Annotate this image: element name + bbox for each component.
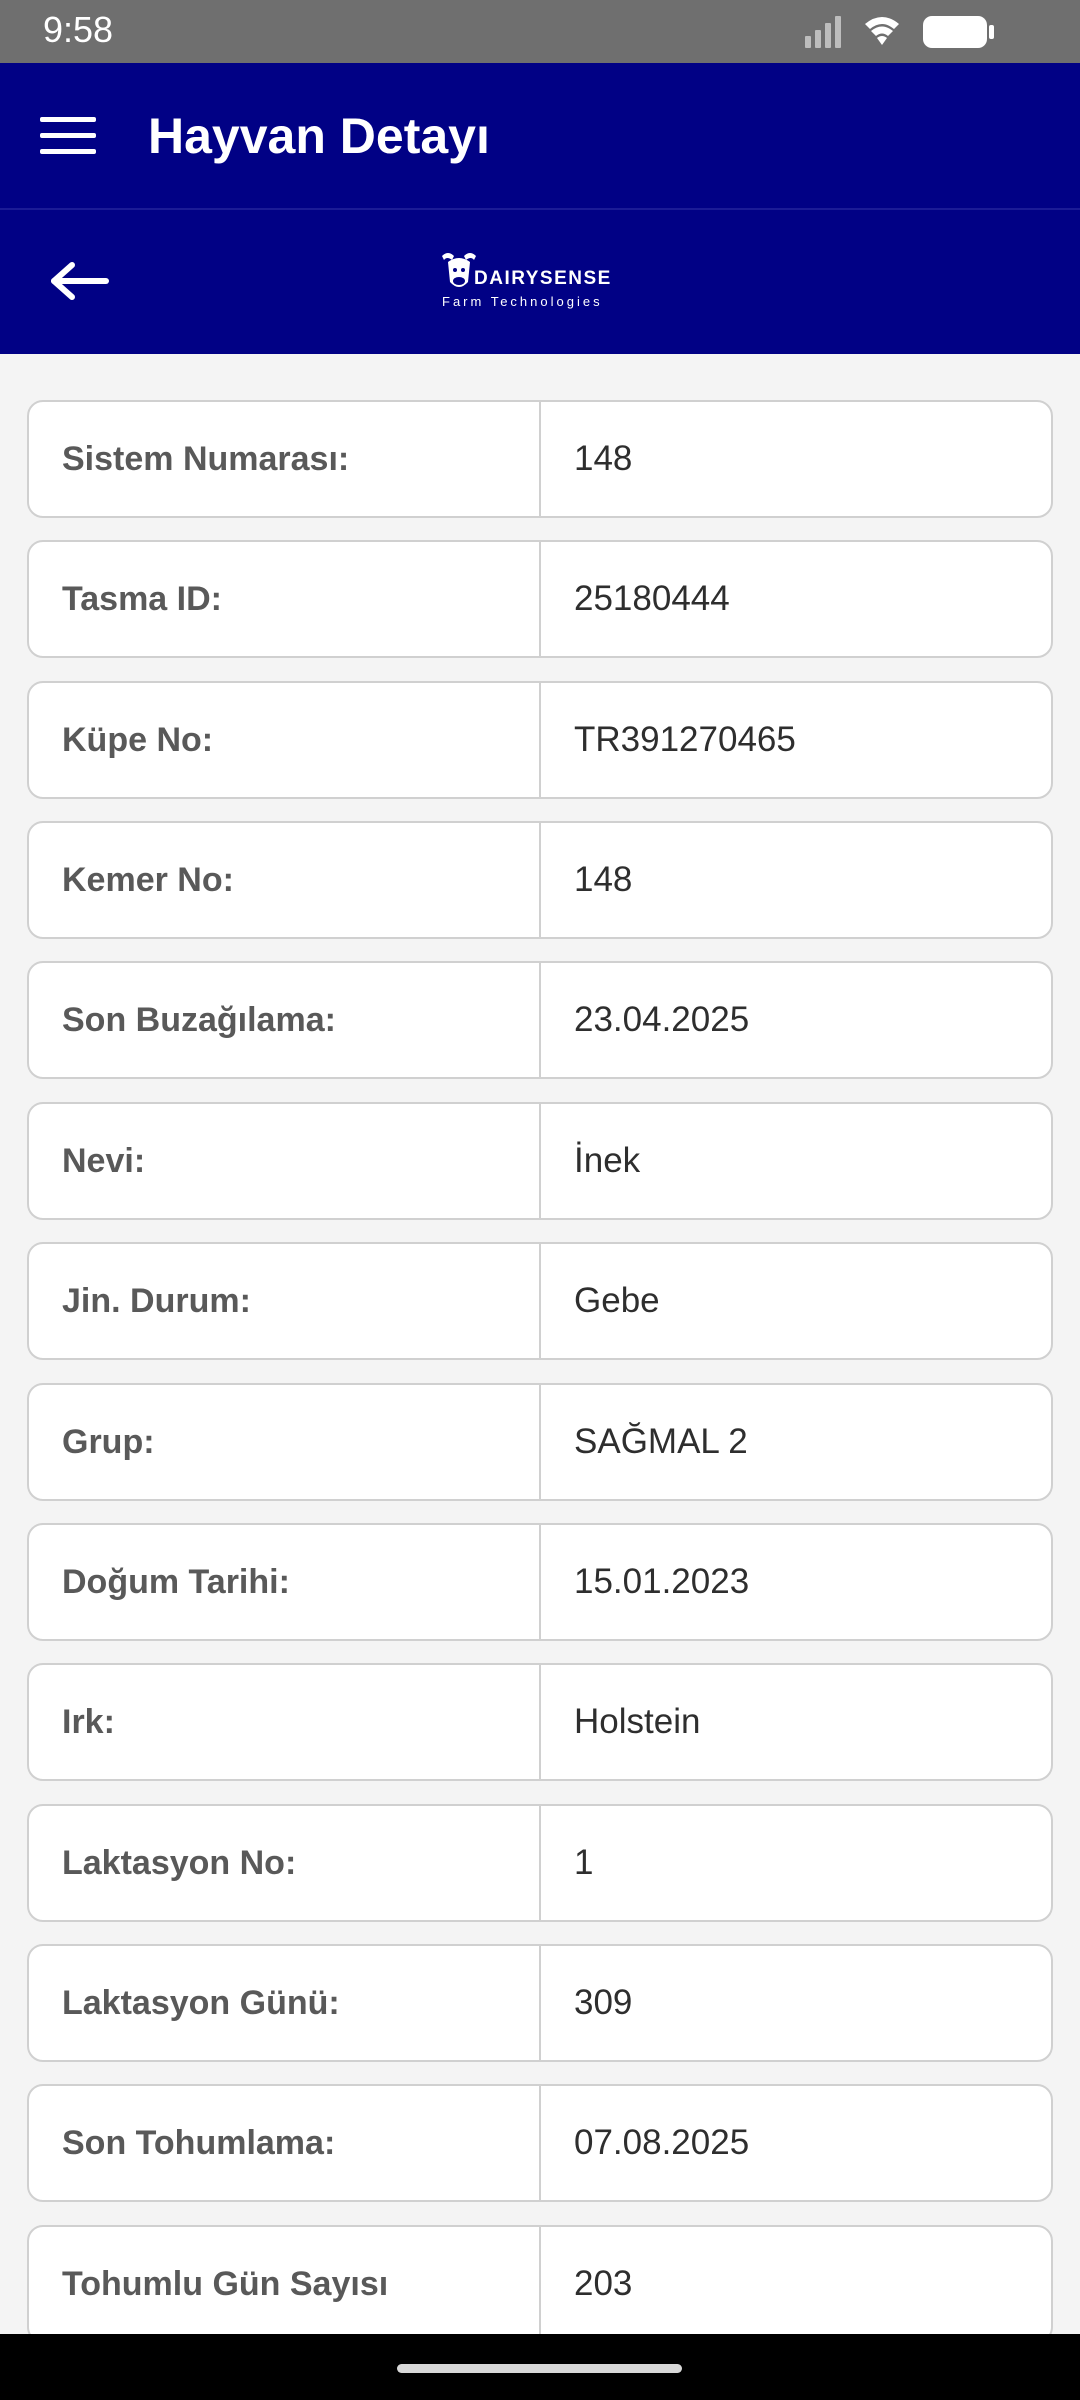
detail-row: Tasma ID: 25180444	[27, 540, 1053, 658]
cellular-signal-icon	[805, 16, 841, 48]
page-title: Hayvan Detayı	[148, 108, 490, 164]
status-time: 9:58	[43, 9, 114, 50]
row-label: Son Tohumlama:	[29, 2086, 541, 2200]
row-value: 148	[574, 439, 633, 478]
row-value: 203	[574, 2264, 633, 2303]
detail-row: Laktasyon Günü: 309	[27, 1944, 1053, 2062]
system-navigation-bar	[0, 2334, 1080, 2400]
row-value: 07.08.2025	[574, 2123, 750, 2162]
row-label: Tasma ID:	[29, 542, 541, 656]
row-label: Nevi:	[29, 1104, 541, 1218]
wifi-icon	[865, 17, 899, 45]
row-label: Grup:	[29, 1385, 541, 1499]
row-value: 148	[574, 860, 633, 899]
battery-icon	[923, 16, 994, 48]
detail-row: Sistem Numarası: 148	[27, 400, 1053, 518]
back-button[interactable]	[40, 248, 120, 314]
row-label: Kemer No:	[29, 823, 541, 937]
menu-icon	[40, 117, 96, 154]
row-label: Küpe No:	[29, 683, 541, 797]
row-label: Laktasyon Günü:	[29, 1946, 541, 2060]
row-value: 309	[574, 1983, 633, 2022]
back-arrow-icon	[51, 262, 109, 300]
row-label: Laktasyon No:	[29, 1806, 541, 1920]
row-value: Gebe	[574, 1281, 660, 1320]
detail-row: Küpe No: TR391270465	[27, 681, 1053, 799]
detail-row: Jin. Durum: Gebe	[27, 1242, 1053, 1360]
row-label: Doğum Tarihi:	[29, 1525, 541, 1639]
detail-row: Son Buzağılama: 23.04.2025	[27, 961, 1053, 1079]
row-label: Irk:	[29, 1665, 541, 1779]
detail-row: Irk: Holstein	[27, 1663, 1053, 1781]
row-value: 25180444	[574, 579, 730, 618]
app-bar: Hayvan Detayı	[0, 63, 1080, 208]
detail-row: Son Tohumlama: 07.08.2025	[27, 2084, 1053, 2202]
status-icons	[805, 12, 1005, 52]
row-value: 15.01.2023	[574, 1562, 750, 1601]
detail-row: Doğum Tarihi: 15.01.2023	[27, 1523, 1053, 1641]
detail-row: Grup: SAĞMAL 2	[27, 1383, 1053, 1501]
row-value: İnek	[574, 1141, 641, 1180]
detail-row: Nevi: İnek	[27, 1102, 1053, 1220]
logo-brand-text: DAIRYSENSE	[474, 268, 612, 289]
status-bar: 9:58	[0, 0, 1080, 63]
detail-row: Tohumlu Gün Sayısı 203	[27, 2225, 1053, 2334]
row-label: Jin. Durum:	[29, 1244, 541, 1358]
brand-logo: DAIRYSENSE Farm Technologies	[430, 242, 630, 318]
detail-row: Laktasyon No: 1	[27, 1804, 1053, 1922]
menu-button[interactable]	[30, 103, 106, 167]
row-value: 23.04.2025	[574, 1000, 750, 1039]
row-value: TR391270465	[574, 720, 796, 759]
logo-tagline: Farm Technologies	[442, 294, 603, 309]
home-gesture-handle[interactable]	[397, 2364, 682, 2373]
row-label: Sistem Numarası:	[29, 402, 541, 516]
row-value: 1	[574, 1843, 594, 1882]
row-value: Holstein	[574, 1702, 701, 1741]
row-label: Son Buzağılama:	[29, 963, 541, 1077]
detail-row: Kemer No: 148	[27, 821, 1053, 939]
sub-header: DAIRYSENSE Farm Technologies	[0, 208, 1080, 354]
row-label: Tohumlu Gün Sayısı	[29, 2227, 541, 2334]
row-value: SAĞMAL 2	[574, 1422, 748, 1461]
animal-detail-list: Sistem Numarası: 148 Tasma ID: 25180444 …	[0, 354, 1080, 2334]
